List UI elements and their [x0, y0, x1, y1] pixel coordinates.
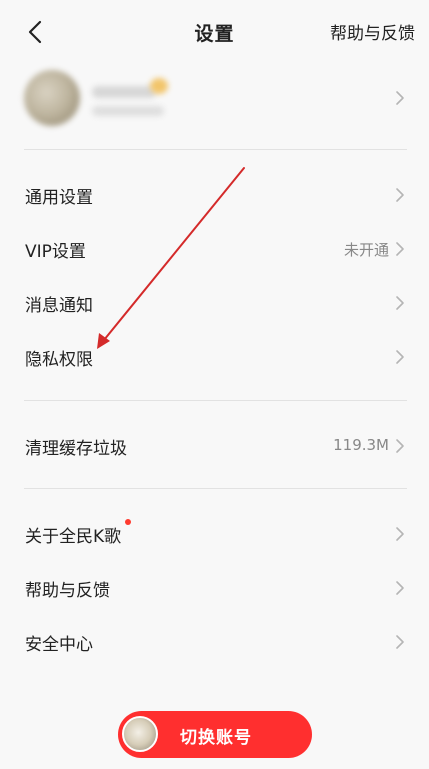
- settings-row-security[interactable]: 安全中心: [0, 617, 429, 667]
- row-label: 帮助与反馈: [25, 581, 110, 601]
- row-value: 未开通: [343, 241, 389, 259]
- profile-row[interactable]: [0, 62, 429, 140]
- avatar: [24, 70, 80, 126]
- divider: [24, 149, 407, 150]
- chevron-right-icon: [396, 350, 404, 364]
- chevron-right-icon: [396, 242, 404, 256]
- row-label: 隐私权限: [25, 350, 93, 370]
- help-feedback-link[interactable]: 帮助与反馈: [330, 19, 415, 44]
- notification-dot: [125, 519, 131, 525]
- settings-row-general[interactable]: 通用设置: [0, 170, 429, 220]
- settings-row-vip[interactable]: VIP设置 未开通: [0, 224, 429, 274]
- top-bar: 设置 帮助与反馈: [0, 0, 429, 62]
- row-label: 通用设置: [25, 188, 93, 208]
- row-label: 关于全民K歌: [25, 527, 122, 547]
- row-label: 消息通知: [25, 296, 93, 316]
- chevron-right-icon: [396, 91, 404, 105]
- chevron-right-icon: [396, 527, 404, 541]
- blurred-username: [92, 86, 156, 98]
- settings-row-notifications[interactable]: 消息通知: [0, 278, 429, 328]
- chevron-right-icon: [396, 296, 404, 310]
- chevron-right-icon: [396, 188, 404, 202]
- settings-row-about[interactable]: 关于全民K歌: [0, 509, 429, 559]
- switch-account-button[interactable]: 切换账号: [118, 711, 312, 758]
- settings-row-help[interactable]: 帮助与反馈: [0, 563, 429, 613]
- avatar: [122, 716, 158, 752]
- chevron-right-icon: [396, 439, 404, 453]
- blurred-badge: [150, 78, 168, 94]
- row-value: 119.3M: [333, 436, 389, 454]
- divider: [24, 488, 407, 489]
- settings-row-privacy[interactable]: 隐私权限: [0, 332, 429, 382]
- chevron-right-icon: [396, 635, 404, 649]
- chevron-right-icon: [396, 581, 404, 595]
- blurred-subtext: [92, 106, 164, 116]
- row-label: 清理缓存垃圾: [25, 439, 127, 459]
- row-label: 安全中心: [25, 635, 93, 655]
- switch-account-label: 切换账号: [180, 728, 252, 748]
- row-label: VIP设置: [25, 242, 86, 262]
- settings-row-clear-cache[interactable]: 清理缓存垃圾 119.3M: [0, 421, 429, 471]
- divider: [24, 400, 407, 401]
